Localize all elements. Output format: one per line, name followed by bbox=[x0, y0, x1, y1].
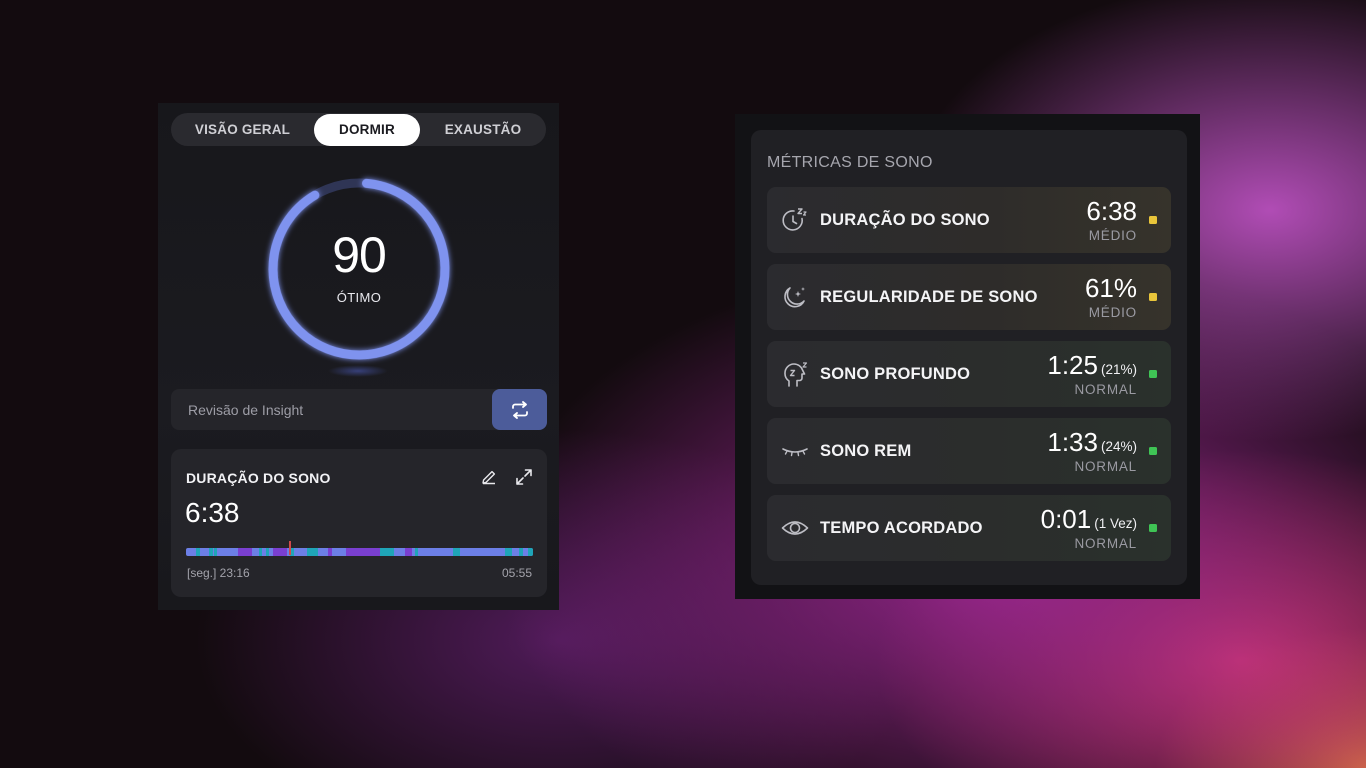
insight-refresh-button[interactable] bbox=[492, 389, 547, 430]
status-indicator bbox=[1149, 293, 1157, 301]
sleep-stage-segment bbox=[345, 548, 381, 556]
sleep-stage-segment bbox=[208, 548, 213, 556]
tab-exhaustion[interactable]: EXAUSTÃO bbox=[420, 113, 546, 146]
status-indicator bbox=[1149, 524, 1157, 532]
sleep-stage-segment bbox=[272, 548, 287, 556]
metric-value: 1:25 (21%) bbox=[1047, 350, 1137, 380]
sleep-score-label: ÓTIMO bbox=[336, 290, 382, 305]
metric-label: REGULARIDADE DE SONO bbox=[820, 288, 1038, 306]
sleep-score-ring: 90 ÓTIMO bbox=[260, 170, 458, 368]
repeat-icon bbox=[511, 400, 528, 419]
sleep-stage-timeline[interactable] bbox=[186, 548, 533, 556]
sleep-duration-title: DURAÇÃO DO SONO bbox=[186, 470, 331, 486]
ring-glow bbox=[328, 365, 388, 377]
sleep-duration-value: 6:38 bbox=[185, 497, 240, 528]
sleep-stage-segment bbox=[519, 548, 524, 556]
metric-label: DURAÇÃO DO SONO bbox=[820, 211, 990, 229]
metric-status: NORMAL bbox=[1074, 459, 1137, 474]
sleep-summary-panel: VISÃO GERAL DORMIR EXAUSTÃO 90 ÓTIMO Rev… bbox=[158, 103, 559, 610]
clock-sleep-icon bbox=[782, 208, 807, 231]
head-sleep-icon bbox=[784, 362, 808, 387]
metric-row-sleep-regularity[interactable]: REGULARIDADE DE SONO 61% MÉDIO bbox=[767, 264, 1171, 330]
expand-icon bbox=[516, 469, 532, 485]
sleep-metrics-card: MÉTRICAS DE SONO DURAÇÃO DO SONO 6:38 MÉ… bbox=[751, 130, 1187, 585]
metric-row-awake-time[interactable]: TEMPO ACORDADO 0:01 (1 Vez) NORMAL bbox=[767, 495, 1171, 561]
metric-row-deep-sleep[interactable]: SONO PROFUNDO 1:25 (21%) NORMAL bbox=[767, 341, 1171, 407]
metric-value: 1:33 (24%) bbox=[1047, 427, 1137, 457]
tab-sleep[interactable]: DORMIR bbox=[314, 113, 420, 146]
insight-review-bar[interactable]: Revisão de Insight bbox=[171, 389, 547, 430]
tab-overview[interactable]: VISÃO GERAL bbox=[171, 113, 314, 146]
sleep-score-value: 90 bbox=[332, 227, 387, 283]
sleep-stage-segment bbox=[238, 548, 252, 556]
sleep-stage-segment bbox=[265, 548, 270, 556]
tab-bar: VISÃO GERAL DORMIR EXAUSTÃO bbox=[171, 113, 546, 146]
timeline-end-label: 05:55 bbox=[501, 566, 532, 580]
metric-label: SONO PROFUNDO bbox=[820, 365, 971, 383]
pencil-icon bbox=[482, 470, 496, 485]
closed-eye-icon bbox=[782, 448, 808, 457]
timeline-marker bbox=[289, 541, 291, 555]
sleep-stage-segment bbox=[415, 548, 419, 556]
sleep-stage-segment bbox=[290, 548, 294, 556]
timeline-start-label: [seg.] 23:16 bbox=[187, 566, 250, 580]
sleep-stage-segment bbox=[527, 548, 533, 556]
sleep-stage-segment bbox=[328, 548, 333, 556]
metric-status: NORMAL bbox=[1074, 536, 1137, 551]
sleep-stage-segment bbox=[258, 548, 263, 556]
sleep-stage-segment bbox=[196, 548, 200, 556]
sleep-metrics-title: MÉTRICAS DE SONO bbox=[767, 154, 933, 171]
metric-value: 6:38 bbox=[1086, 196, 1137, 226]
status-indicator bbox=[1149, 216, 1157, 224]
moon-stars-icon bbox=[784, 287, 805, 308]
status-indicator bbox=[1149, 370, 1157, 378]
sleep-duration-card[interactable]: DURAÇÃO DO SONO 6:38 [seg.] 23:16 05:55 bbox=[171, 449, 547, 597]
sleep-stage-segment bbox=[380, 548, 395, 556]
insight-review-text: Revisão de Insight bbox=[188, 402, 304, 418]
metric-row-sleep-duration[interactable]: DURAÇÃO DO SONO 6:38 MÉDIO bbox=[767, 187, 1171, 253]
metric-label: TEMPO ACORDADO bbox=[820, 519, 983, 537]
edit-button[interactable] bbox=[481, 469, 497, 490]
metric-status: MÉDIO bbox=[1088, 305, 1137, 320]
metric-status: MÉDIO bbox=[1088, 228, 1137, 243]
sleep-stage-segment bbox=[505, 548, 513, 556]
metric-value: 0:01 (1 Vez) bbox=[1040, 504, 1137, 534]
expand-button[interactable] bbox=[515, 468, 533, 491]
status-indicator bbox=[1149, 447, 1157, 455]
sleep-stage-segment bbox=[213, 548, 218, 556]
metric-label: SONO REM bbox=[820, 442, 912, 460]
sleep-stage-segment bbox=[307, 548, 318, 556]
eye-icon bbox=[781, 521, 809, 535]
sleep-stage-segment bbox=[453, 548, 461, 556]
sleep-metrics-panel: MÉTRICAS DE SONO DURAÇÃO DO SONO 6:38 MÉ… bbox=[735, 114, 1200, 599]
metric-value: 61% bbox=[1084, 273, 1137, 303]
metric-row-rem-sleep[interactable]: SONO REM 1:33 (24%) NORMAL bbox=[767, 418, 1171, 484]
sleep-stage-segment bbox=[404, 548, 412, 556]
metric-status: NORMAL bbox=[1074, 382, 1137, 397]
